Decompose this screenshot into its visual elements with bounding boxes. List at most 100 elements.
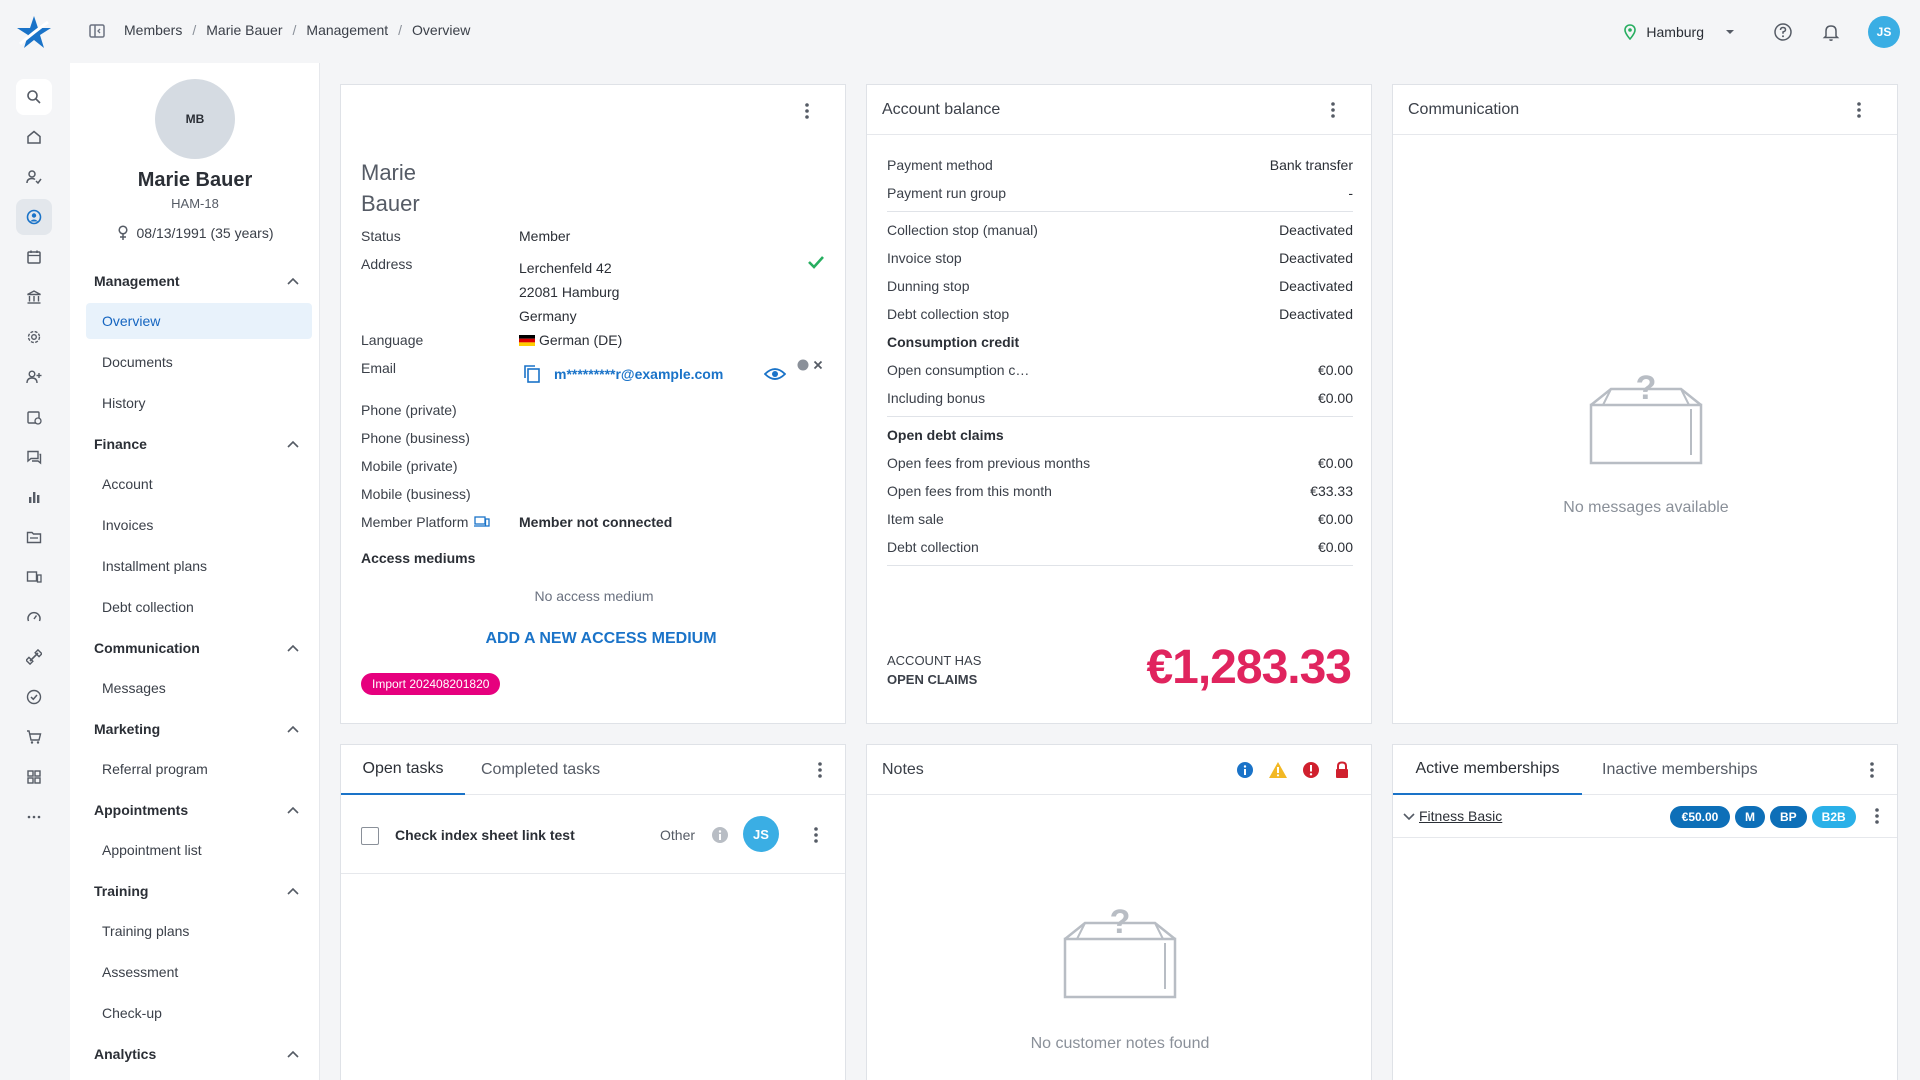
nav-group-label: Marketing xyxy=(94,721,161,737)
more-vert-icon[interactable] xyxy=(1867,806,1887,826)
breadcrumb-separator: / xyxy=(292,22,297,38)
email-value[interactable]: m*********r@example.com xyxy=(554,366,723,382)
nav-item-documents[interactable]: Documents xyxy=(86,344,312,380)
copy-icon[interactable] xyxy=(523,364,541,384)
more-vert-icon[interactable] xyxy=(1323,100,1343,120)
error-filter-icon[interactable] xyxy=(1302,761,1320,779)
dumbbell-icon[interactable] xyxy=(16,639,52,675)
more-vert-icon[interactable] xyxy=(810,760,830,780)
balance-row: Debt collection €0.00 xyxy=(887,539,1353,555)
nav-item-overview[interactable]: Overview xyxy=(86,303,312,339)
breadcrumb-member[interactable]: Marie Bauer xyxy=(206,22,282,38)
close-icon[interactable] xyxy=(813,360,823,370)
devices-icon[interactable] xyxy=(16,559,52,595)
folder-icon[interactable] xyxy=(16,519,52,555)
help-icon[interactable] xyxy=(1772,21,1794,43)
check-in-icon[interactable] xyxy=(16,159,52,195)
nav-group-finance[interactable]: Finance xyxy=(94,436,300,452)
nav-item-history[interactable]: History xyxy=(86,385,312,421)
nav-item-messages[interactable]: Messages xyxy=(86,670,312,706)
nav-item-invoices[interactable]: Invoices xyxy=(86,507,312,543)
nav-group-communication[interactable]: Communication xyxy=(94,640,300,656)
balance-value: €0.00 xyxy=(1317,511,1353,527)
nav-item-referral-program[interactable]: Referral program xyxy=(86,751,312,787)
home-icon[interactable] xyxy=(16,119,52,155)
sidebar-toggle-icon[interactable] xyxy=(88,22,106,40)
calendar-icon[interactable] xyxy=(16,239,52,275)
tag-chip: BP xyxy=(1770,806,1807,828)
language-label: Language xyxy=(361,332,424,348)
nav-group-marketing[interactable]: Marketing xyxy=(94,721,300,737)
chevron-up-icon xyxy=(287,644,299,652)
balance-row: Open fees from this month €33.33 xyxy=(887,483,1353,499)
balance-row: Open consumption c… €0.00 xyxy=(887,362,1353,378)
add-access-medium-button[interactable]: ADD A NEW ACCESS MEDIUM xyxy=(341,630,861,648)
chat-icon[interactable] xyxy=(16,439,52,475)
balance-row: Invoice stop Deactivated xyxy=(887,250,1353,266)
nav-item-training-plans[interactable]: Training plans xyxy=(86,913,312,949)
breadcrumb-separator: / xyxy=(192,22,197,38)
apps-icon[interactable] xyxy=(16,759,52,795)
nav-item-account[interactable]: Account xyxy=(86,466,312,502)
nav-item-appointment-list[interactable]: Appointment list xyxy=(86,832,312,868)
location-selector[interactable]: Hamburg xyxy=(1622,24,1736,40)
balance-label: Collection stop (manual) xyxy=(887,222,1038,238)
nav-item-check-up[interactable]: Check-up xyxy=(86,995,312,1031)
chevron-up-icon xyxy=(287,725,299,733)
balance-value: Bank transfer xyxy=(1269,157,1353,173)
nav-item-assessment[interactable]: Assessment xyxy=(86,954,312,990)
more-vert-icon[interactable] xyxy=(806,825,826,845)
breadcrumb-members[interactable]: Members xyxy=(124,22,182,38)
bank-icon[interactable] xyxy=(16,279,52,315)
cart-icon[interactable] xyxy=(16,719,52,755)
tab-active-memberships[interactable]: Active memberships xyxy=(1393,745,1582,795)
breadcrumb-section[interactable]: Management xyxy=(306,22,388,38)
settings-icon[interactable] xyxy=(16,319,52,355)
divider xyxy=(887,211,1353,212)
schedule-icon[interactable] xyxy=(16,399,52,435)
more-vert-icon[interactable] xyxy=(797,101,817,121)
assignee-avatar[interactable]: JS xyxy=(743,816,779,852)
nav-item-debt-collection[interactable]: Debt collection xyxy=(86,589,312,625)
task-checkbox[interactable] xyxy=(361,827,379,845)
nav-group-management[interactable]: Management xyxy=(94,273,300,289)
nav-group-training[interactable]: Training xyxy=(94,883,300,899)
nav-group-appointments[interactable]: Appointments xyxy=(94,802,300,818)
claims-label-line: ACCOUNT HAS xyxy=(887,653,982,668)
tab-completed-tasks[interactable]: Completed tasks xyxy=(481,745,600,795)
speedometer-icon[interactable] xyxy=(16,599,52,635)
user-avatar[interactable]: JS xyxy=(1868,15,1900,48)
add-user-icon[interactable] xyxy=(16,359,52,395)
chevron-down-icon[interactable] xyxy=(1403,812,1415,822)
balance-label: Open debt claims xyxy=(887,427,1004,443)
tab-open-tasks[interactable]: Open tasks xyxy=(341,745,465,795)
more-vert-icon[interactable] xyxy=(1862,760,1882,780)
search-icon[interactable] xyxy=(16,79,52,115)
members-icon[interactable] xyxy=(16,199,52,235)
bell-icon[interactable] xyxy=(1820,21,1842,43)
nav-item-installment-plans[interactable]: Installment plans xyxy=(86,548,312,584)
chevron-up-icon xyxy=(287,440,299,448)
more-icon[interactable] xyxy=(16,799,52,835)
info-icon[interactable] xyxy=(711,826,729,844)
address-line: Germany xyxy=(519,308,577,324)
nav-group-label: Management xyxy=(94,273,180,289)
analytics-icon[interactable] xyxy=(16,479,52,515)
warning-filter-icon[interactable] xyxy=(1268,761,1288,779)
membership-row[interactable]: Fitness Basic €50.00 M BP B2B xyxy=(1393,796,1897,838)
status-value: Member xyxy=(519,228,571,244)
import-tag[interactable]: Import 202408201820 xyxy=(361,673,501,695)
membership-name[interactable]: Fitness Basic xyxy=(1419,808,1502,824)
tab-inactive-memberships[interactable]: Inactive memberships xyxy=(1602,745,1758,795)
task-row[interactable]: Check index sheet link test Other JS xyxy=(341,796,845,874)
card-title: Notes xyxy=(882,760,924,778)
eye-icon[interactable] xyxy=(764,366,786,382)
lock-filter-icon[interactable] xyxy=(1334,760,1350,779)
app-logo-icon[interactable] xyxy=(16,14,52,50)
check-circle-icon[interactable] xyxy=(16,679,52,715)
no-notes-text: No customer notes found xyxy=(1030,1035,1210,1052)
nav-group-analytics[interactable]: Analytics xyxy=(94,1046,300,1062)
balance-section-heading: Consumption credit xyxy=(887,334,1353,350)
more-vert-icon[interactable] xyxy=(1849,100,1869,120)
info-filter-icon[interactable] xyxy=(1236,761,1254,779)
